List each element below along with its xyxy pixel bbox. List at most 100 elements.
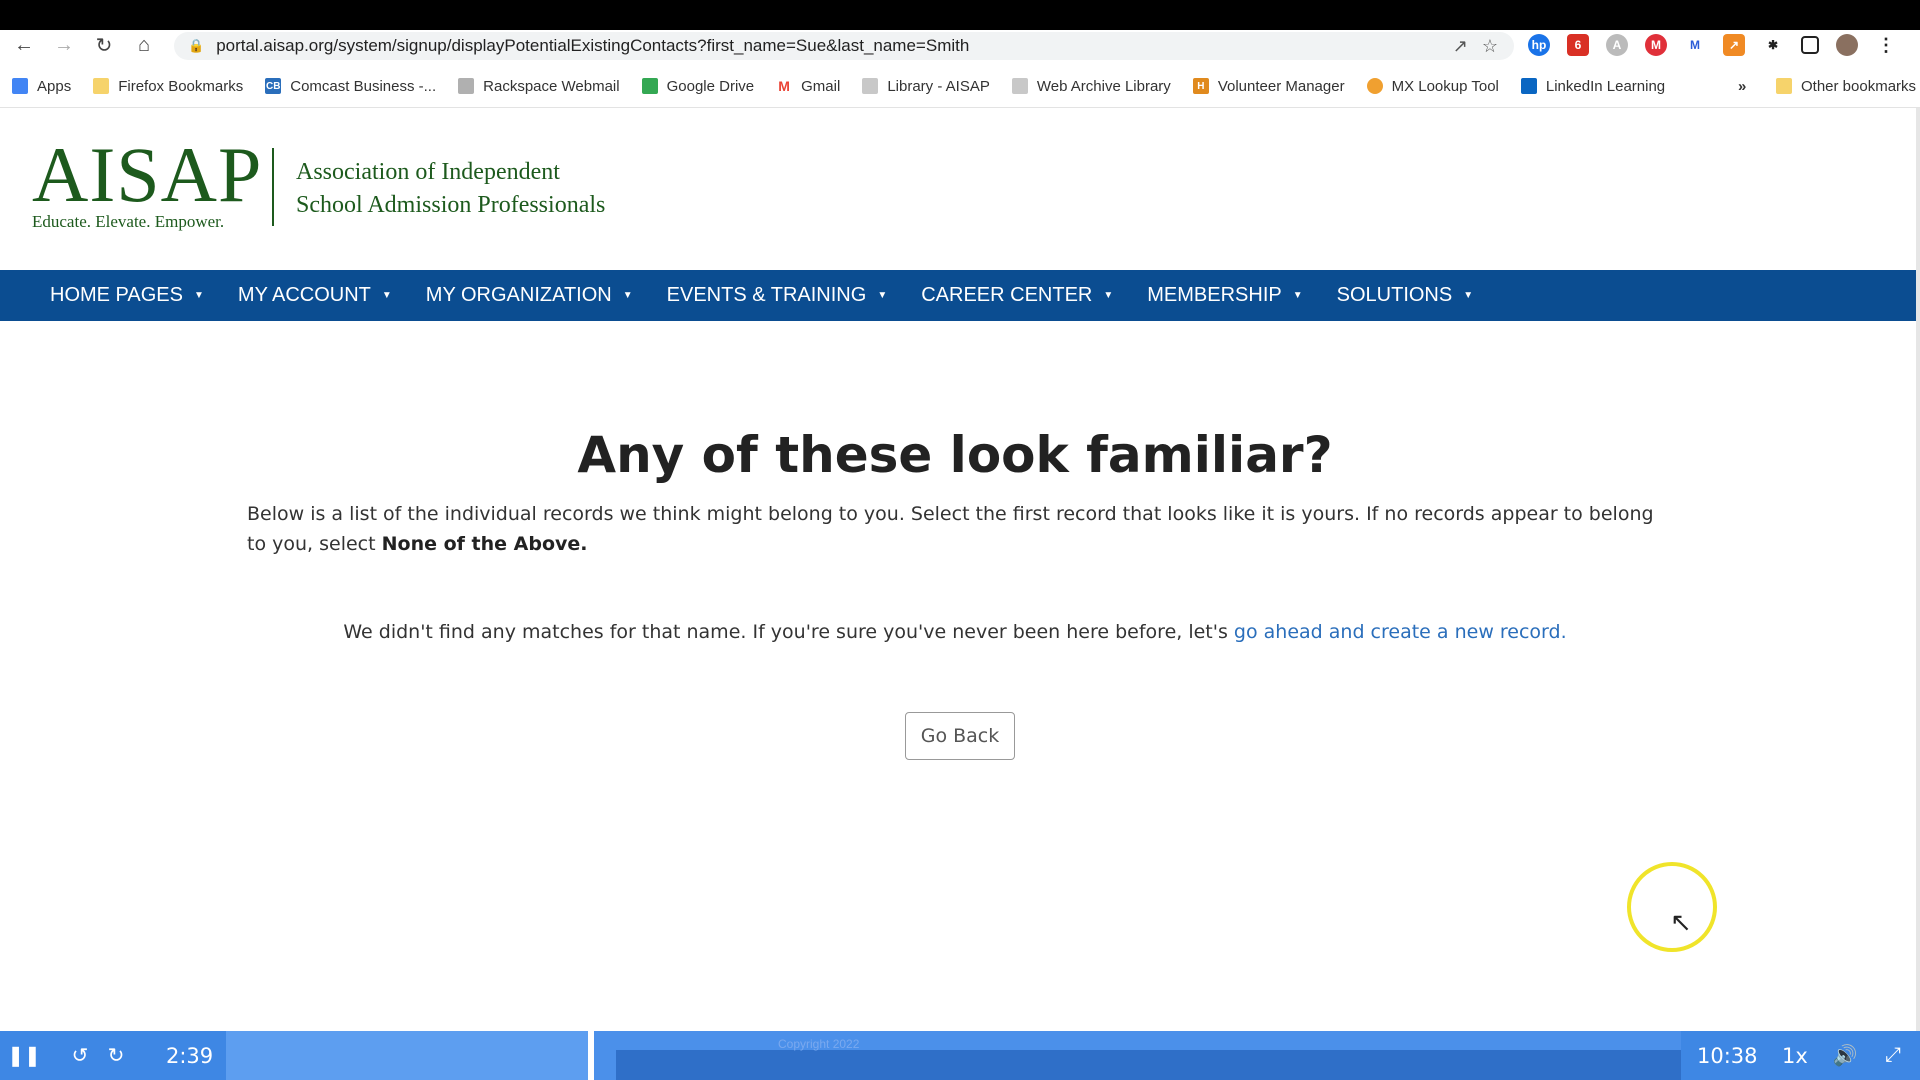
progress-played [226, 1031, 588, 1080]
main-navigation: HOME PAGES ▼ MY ACCOUNT ▼ MY ORGANIZATION ▼… [0, 270, 1916, 321]
top-black-strip [0, 0, 1920, 30]
bookmark-label: Library - AISAP [887, 77, 990, 95]
bookmark-label: Web Archive Library [1036, 77, 1171, 95]
org-name-line-1: Association of Independent [296, 159, 560, 185]
buffered-region [616, 1050, 1681, 1080]
m-extension-icon[interactable]: M [1684, 34, 1706, 56]
linkedin-learning-icon [1520, 78, 1537, 94]
nav-career-center[interactable]: CAREER CENTER ▼ [921, 284, 1113, 307]
sidepanel-icon[interactable] [1801, 36, 1819, 54]
comcast-icon: CB [265, 78, 282, 94]
create-new-record-link[interactable]: go ahead and create a new record. [1234, 621, 1567, 643]
nav-home-pages[interactable]: HOME PAGES ▼ [50, 284, 204, 307]
page-footer-copyright: Copyright 2022 [778, 1037, 860, 1051]
forward-10-icon[interactable]: ↻ [98, 1031, 134, 1080]
browser-chrome: ← → ↻ ⌂ 🔒 portal.aisap.org/system/signup… [0, 30, 1920, 108]
go-back-button[interactable]: Go Back [905, 712, 1015, 760]
main-content: Any of these look familiar? Below is a l… [0, 321, 1916, 1031]
rewind-10-icon[interactable]: ↺ [62, 1031, 98, 1080]
calendar-extension-icon[interactable]: 6 [1567, 34, 1589, 56]
lock-icon: 🔒 [188, 38, 205, 53]
adblock-extension-icon[interactable]: A [1606, 34, 1628, 56]
nav-label: HOME PAGES [50, 284, 183, 306]
bookmark-mx-lookup[interactable]: MX Lookup Tool [1366, 77, 1499, 95]
hp-extension-icon[interactable]: hp [1528, 34, 1550, 56]
share-icon[interactable]: ↗ [1453, 36, 1468, 57]
bookmark-star-icon[interactable]: ☆ [1482, 36, 1498, 57]
volume-icon[interactable]: 🔊 [1830, 1031, 1860, 1080]
other-bookmarks-label: Other bookmarks [1801, 77, 1917, 95]
mx-lookup-icon [1366, 78, 1383, 94]
playback-speed[interactable]: 1x [1782, 1044, 1808, 1068]
nav-membership[interactable]: MEMBERSHIP ▼ [1147, 284, 1302, 307]
gmail-icon: M [776, 78, 793, 94]
bookmark-gmail[interactable]: M Gmail [776, 78, 840, 95]
home-icon[interactable]: ⌂ [124, 30, 164, 60]
nav-my-account[interactable]: MY ACCOUNT ▼ [238, 284, 392, 307]
logo-wordmark: AISAP [32, 131, 263, 218]
bookmark-label: Apps [37, 77, 72, 95]
volunteer-icon: H [1192, 78, 1209, 94]
intro-paragraph: Below is a list of the individual record… [247, 499, 1667, 559]
org-name-line-2: School Admission Professionals [296, 192, 606, 218]
chart-extension-icon[interactable]: ↗ [1723, 34, 1745, 56]
progress-thumb[interactable] [588, 1031, 594, 1080]
nav-my-organization[interactable]: MY ORGANIZATION ▼ [426, 284, 633, 307]
bookmark-label: LinkedIn Learning [1545, 77, 1666, 95]
bookmark-label: Volunteer Manager [1217, 77, 1345, 95]
omnibox-actions: ↗ ☆ [1453, 32, 1498, 60]
mouse-pointer-icon: ↖ [1670, 907, 1692, 937]
nav-label: MY ACCOUNT [237, 284, 371, 306]
no-match-text: We didn't find any matches for that name… [343, 621, 1234, 643]
reload-icon[interactable]: ↻ [84, 30, 124, 60]
red-extension-icon[interactable]: M [1645, 34, 1667, 56]
bookmark-library-aisap[interactable]: Library - AISAP [862, 78, 990, 95]
none-of-above-text: None of the Above. [381, 533, 588, 555]
progress-track[interactable]: Copyright 2022 [226, 1031, 1681, 1080]
caret-down-icon: ▼ [622, 290, 633, 301]
bookmark-linkedin-learning[interactable]: LinkedIn Learning [1520, 77, 1666, 95]
caret-down-icon: ▼ [1292, 290, 1303, 301]
nav-solutions[interactable]: SOLUTIONS ▼ [1337, 284, 1473, 307]
google-drive-icon [641, 78, 658, 94]
address-row: ← → ↻ ⌂ 🔒 portal.aisap.org/system/signup… [0, 30, 1920, 60]
address-bar[interactable]: 🔒 portal.aisap.org/system/signup/display… [174, 32, 1514, 60]
bookmarks-overflow-button[interactable]: » [1738, 70, 1746, 102]
pause-icon[interactable]: ❚❚ [0, 1031, 48, 1080]
current-time: 2:39 [166, 1043, 214, 1068]
caret-down-icon: ▼ [381, 290, 392, 301]
exit-fullscreen-icon[interactable]: ⤢ [1878, 1031, 1908, 1080]
bookmark-label: Google Drive [666, 77, 755, 95]
aisap-logo[interactable]: AISAP Educate. Elevate. Empower. [32, 131, 263, 232]
url-text: portal.aisap.org/system/signup/displayPo… [216, 36, 970, 55]
nav-events-training[interactable]: EVENTS & TRAINING ▼ [667, 284, 888, 307]
forward-icon[interactable]: → [44, 30, 84, 60]
bookmark-google-drive[interactable]: Google Drive [641, 77, 755, 95]
logo-divider [272, 148, 274, 226]
profile-avatar-icon[interactable] [1836, 34, 1858, 56]
bookmark-rackspace[interactable]: Rackspace Webmail [458, 78, 620, 95]
total-time: 10:38 [1697, 1043, 1758, 1068]
bookmark-label: Gmail [801, 77, 841, 95]
bookmark-volunteer-manager[interactable]: H Volunteer Manager [1192, 77, 1345, 95]
puzzle-extensions-icon[interactable]: ✱ [1762, 34, 1784, 56]
nav-label: MEMBERSHIP [1147, 284, 1282, 306]
bookmark-web-archive[interactable]: Web Archive Library [1011, 77, 1171, 95]
page-title: Any of these look familiar? [577, 426, 1333, 484]
no-match-message: We didn't find any matches for that name… [0, 621, 1910, 643]
caret-down-icon: ▼ [1463, 290, 1474, 301]
bookmark-comcast[interactable]: CB Comcast Business -... [265, 78, 436, 95]
other-bookmarks[interactable]: Other bookmarks [1776, 70, 1916, 102]
apps-grid-icon [12, 78, 28, 94]
page-scrollbar[interactable] [1916, 108, 1920, 1031]
aisap-favicon-icon [862, 78, 879, 94]
bookmark-label: MX Lookup Tool [1391, 77, 1499, 95]
bookmark-firefox[interactable]: Firefox Bookmarks [93, 78, 243, 95]
menu-kebab-icon[interactable]: ⋮ [1875, 34, 1897, 56]
site-header: AISAP Educate. Elevate. Empower. Associa… [0, 108, 1920, 270]
bookmark-apps[interactable]: Apps [12, 78, 71, 95]
back-icon[interactable]: ← [4, 30, 44, 60]
nav-label: EVENTS & TRAINING [666, 284, 867, 306]
video-player-bar: ❚❚ ↺ ↻ 2:39 Copyright 2022 10:38 1x 🔊 ⤢ [0, 1031, 1920, 1080]
bookmarks-bar: Apps Firefox Bookmarks CB Comcast Busine… [0, 70, 1920, 102]
